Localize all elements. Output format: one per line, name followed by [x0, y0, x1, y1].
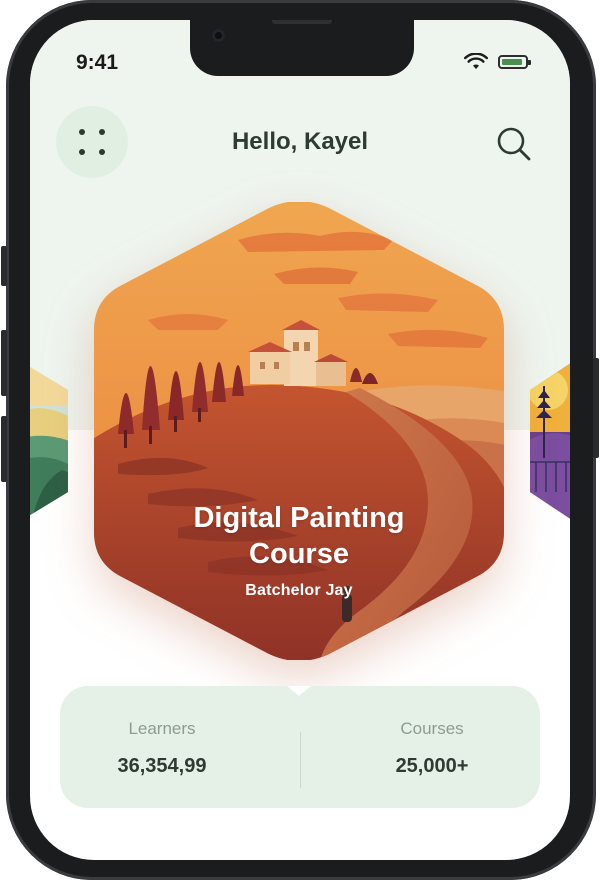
greeting-title: Hello, Kayel — [231, 128, 369, 155]
course-author: Batchelor Jay — [245, 582, 353, 599]
courses-label: Courses — [400, 719, 464, 738]
course-title-line2: Course — [249, 538, 349, 570]
course-card-previous[interactable] — [30, 362, 72, 520]
side-button-left — [1, 246, 7, 286]
learners-value: 36,354,99 — [117, 755, 207, 777]
course-title-line1: Digital Painting — [193, 502, 405, 534]
side-button-left-3 — [1, 416, 7, 482]
notch — [190, 20, 414, 76]
stats-pointer-icon — [287, 686, 311, 696]
side-button-right — [593, 358, 599, 458]
courses-value: 25,000+ — [395, 755, 469, 777]
search-icon[interactable] — [494, 124, 534, 164]
app-screen: 9:41 Hello, Kayel Digital Painting Cours… — [30, 20, 570, 860]
side-button-left-2 — [1, 330, 7, 396]
stats-divider — [300, 732, 301, 788]
camera-icon — [212, 29, 225, 42]
learners-label: Learners — [128, 719, 196, 738]
course-card-next[interactable] — [526, 362, 570, 520]
wifi-icon — [464, 53, 488, 69]
status-time: 9:41 — [76, 51, 119, 74]
battery-icon — [498, 55, 531, 69]
course-title: Digital Painting Course — [88, 500, 510, 572]
